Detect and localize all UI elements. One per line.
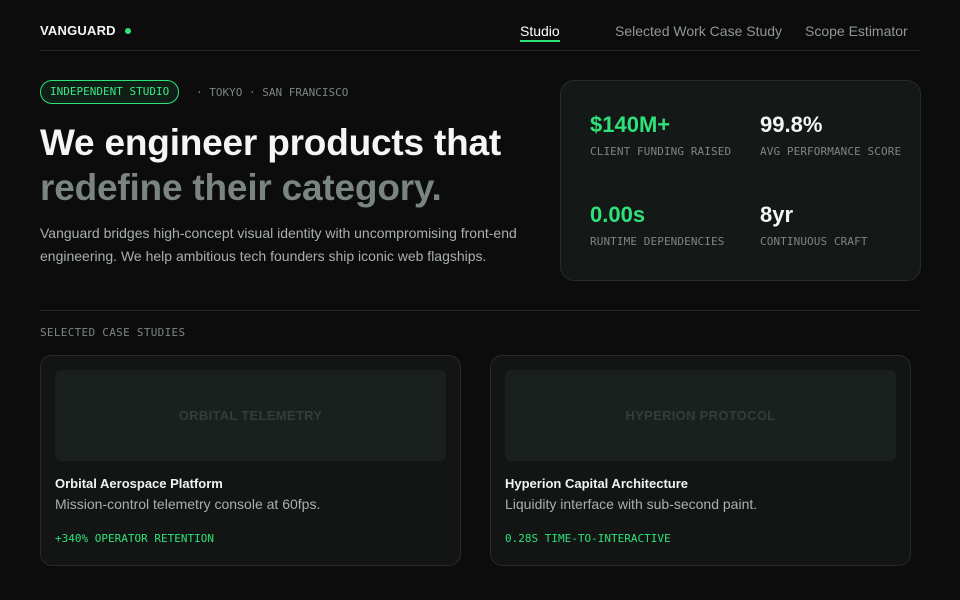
case-study-description: Liquidity interface with sub-second pain…	[505, 496, 758, 512]
hero-lead: Vanguard bridges high-concept visual ide…	[40, 225, 517, 264]
headline-line-2: redefine their category.	[40, 167, 442, 208]
case-study-thumbnail: HYPERION PROTOCOL	[505, 370, 896, 461]
headline-line-1: We engineer products that	[40, 122, 501, 163]
case-study-metric: +340% OPERATOR RETENTION	[55, 532, 214, 545]
studio-badge: INDEPENDENT STUDIO	[40, 80, 180, 104]
hero-headline: We engineer products that redefine their…	[40, 120, 501, 210]
locations-text: · TOKYO · SAN FRANCISCO	[196, 86, 349, 99]
status-dot-icon	[125, 28, 131, 34]
stat-label: AVG PERFORMANCE SCORE	[760, 145, 902, 158]
stat-label: RUNTIME DEPENDENCIES	[590, 235, 725, 248]
stat-craft: 8yr CONTINUOUS CRAFT	[760, 202, 868, 248]
nav-link-label: Selected Work Case Study	[615, 23, 783, 39]
nav-link-scope-estimator[interactable]: Scope Estimator	[805, 23, 908, 39]
section-divider	[40, 310, 920, 311]
active-tab-indicator	[520, 40, 560, 42]
stat-label: CLIENT FUNDING RAISED	[590, 145, 732, 158]
stat-value: 0.00s	[590, 202, 646, 227]
stat-runtime: 0.00s RUNTIME DEPENDENCIES	[590, 202, 724, 248]
case-study-thumbnail: ORBITAL TELEMETRY	[55, 370, 446, 461]
nav-link-studio[interactable]: Studio	[520, 23, 560, 42]
case-study-metric: 0.28S TIME-TO-INTERACTIVE	[505, 532, 671, 545]
brand-logo[interactable]: VANGUARD	[40, 23, 116, 38]
thumbnail-label: HYPERION PROTOCOL	[625, 408, 776, 423]
nav-link-label: Studio	[520, 23, 560, 39]
nav-link-selected-work[interactable]: Selected Work Case Study	[615, 23, 782, 39]
stats-panel: $140M+ CLIENT FUNDING RAISED 99.8% AVG P…	[560, 80, 921, 281]
case-study-card-orbital[interactable]: ORBITAL TELEMETRY Orbital Aerospace Plat…	[40, 355, 461, 566]
top-nav: VANGUARD Studio Selected Work Case Study…	[40, 0, 920, 51]
stat-label: CONTINUOUS CRAFT	[760, 235, 868, 248]
case-study-title: Orbital Aerospace Platform	[55, 476, 223, 491]
section-label-case-studies: SELECTED CASE STUDIES	[40, 326, 186, 339]
stat-value: $140M+	[590, 112, 671, 137]
case-study-description: Mission-control telemetry console at 60f…	[55, 496, 321, 512]
stat-performance: 99.8% AVG PERFORMANCE SCORE	[760, 112, 901, 158]
nav-link-label: Scope Estimator	[805, 23, 908, 39]
case-study-card-hyperion[interactable]: HYPERION PROTOCOL Hyperion Capital Archi…	[490, 355, 911, 566]
stat-value: 99.8%	[760, 112, 823, 137]
case-study-title: Hyperion Capital Architecture	[505, 476, 689, 491]
thumbnail-label: ORBITAL TELEMETRY	[178, 408, 323, 423]
stat-funding: $140M+ CLIENT FUNDING RAISED	[590, 112, 731, 158]
stat-value: 8yr	[760, 202, 794, 227]
